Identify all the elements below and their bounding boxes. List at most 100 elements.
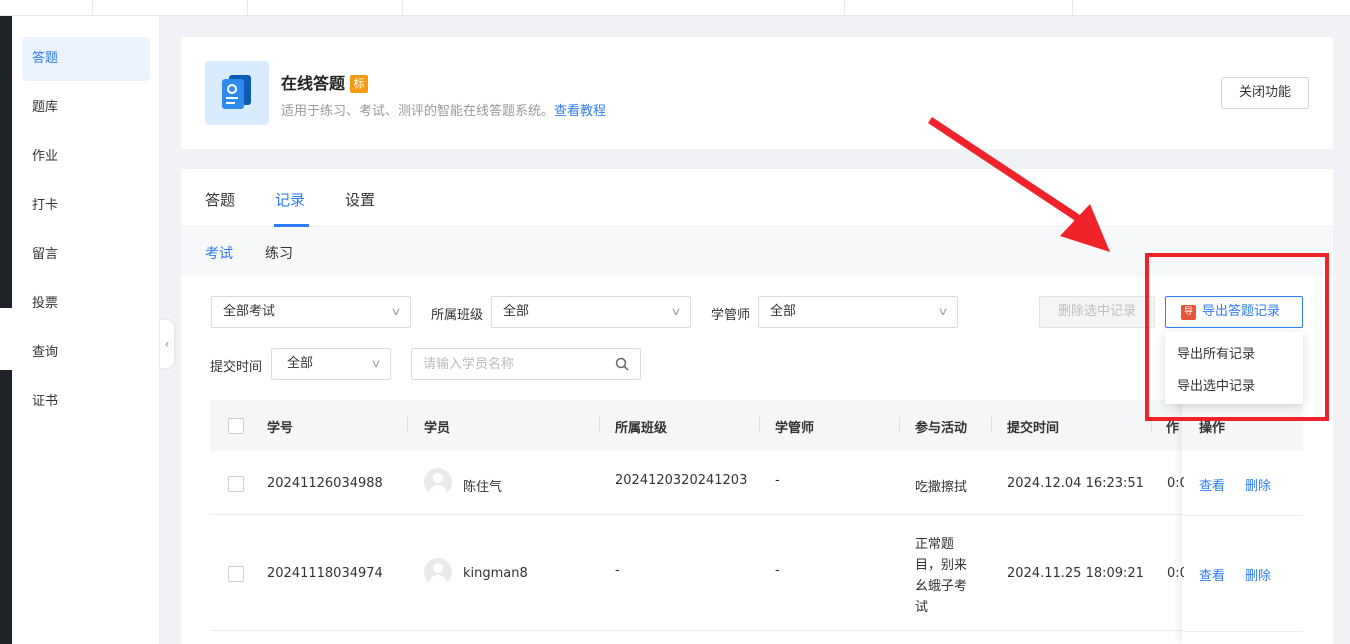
- cell-class: -: [615, 563, 620, 578]
- top-bar-divider: [247, 0, 248, 16]
- operation-column: 操作 查看 删除 查看 删除: [1184, 400, 1303, 644]
- avatar: [424, 468, 452, 496]
- app-description: 适用于练习、考试、测评的智能在线答题系统。查看教程: [281, 100, 606, 119]
- cell-student-name: kingman8: [463, 566, 528, 581]
- top-bar-divider: [844, 0, 845, 16]
- subtab-practice[interactable]: 练习: [265, 243, 293, 263]
- header-submit-time: 提交时间: [1007, 421, 1060, 436]
- exam-select[interactable]: 全部考试 ∨: [211, 296, 411, 328]
- sub-tabs: 考试 练习: [181, 228, 1333, 276]
- tab-answer[interactable]: 答题: [205, 189, 235, 210]
- header-student-id: 学号: [267, 421, 294, 436]
- cell-activity: 吃撒擦拭: [915, 480, 968, 495]
- top-bar: [0, 0, 1350, 16]
- dark-edge-notch: [0, 308, 12, 370]
- view-button[interactable]: 查看: [1199, 475, 1225, 494]
- cell-student-id: 20241126034988: [267, 476, 383, 491]
- records-table-header: 学号 学员 所属班级 学管师 参与活动 提交时间 作: [210, 400, 1303, 451]
- delete-button[interactable]: 删除: [1245, 475, 1271, 494]
- subtab-exam[interactable]: 考试: [205, 243, 233, 263]
- sidebar-item-checkin[interactable]: 打卡: [22, 184, 150, 228]
- tab-settings[interactable]: 设置: [345, 189, 375, 210]
- records-card: 答题 记录 设置 考试 练习 全部考试 ∨ 所属班级 全部 ∨ 学管师 全部 ∨ 删除…: [181, 169, 1333, 644]
- row-checkbox[interactable]: [228, 476, 244, 492]
- column-divider: [759, 417, 760, 433]
- close-feature-button[interactable]: 关闭功能: [1221, 77, 1309, 109]
- submit-time-label: 提交时间: [210, 360, 263, 375]
- sidebar-item-query[interactable]: 查询: [22, 331, 150, 375]
- export-dropdown-menu: 导出所有记录 导出选中记录: [1165, 332, 1303, 404]
- table-row: 20241126034988 陈住气 2024120320241203 - 吃撒…: [210, 451, 1303, 515]
- header-class: 所属班级: [615, 421, 668, 436]
- sidebar-item-homework[interactable]: 作业: [22, 135, 150, 179]
- main-tabs: 答题 记录 设置: [181, 169, 1333, 227]
- search-icon[interactable]: [615, 357, 629, 371]
- top-bar-divider: [1072, 0, 1073, 16]
- export-records-button[interactable]: 导 导出答题记录: [1165, 296, 1303, 328]
- quiz-app-icon: [205, 61, 269, 125]
- app-title: 在线答题标: [281, 70, 369, 94]
- app-title-text: 在线答题: [281, 74, 346, 93]
- tab-records[interactable]: 记录: [275, 189, 305, 210]
- column-divider: [899, 417, 900, 433]
- header-activity: 参与活动: [915, 421, 968, 436]
- export-icon: 导: [1181, 305, 1196, 320]
- app-description-text: 适用于练习、考试、测评的智能在线答题系统。: [281, 104, 555, 119]
- export-all-records-item[interactable]: 导出所有记录: [1177, 343, 1255, 362]
- column-divider: [1151, 417, 1152, 433]
- column-divider: [407, 417, 408, 433]
- exam-select-value: 全部考试: [223, 304, 276, 319]
- active-tab-indicator: [274, 224, 309, 227]
- cell-student-name: 陈住气: [463, 480, 503, 495]
- sidebar-item-certificate[interactable]: 证书: [22, 380, 150, 424]
- cell-manager: -: [775, 563, 780, 578]
- top-bar-divider: [92, 0, 93, 16]
- class-select-value: 全部: [503, 304, 530, 319]
- manager-select[interactable]: 全部 ∨: [758, 296, 958, 328]
- activity-line: 目，别来: [915, 558, 968, 573]
- column-divider: [599, 417, 600, 433]
- sidebar-item-message[interactable]: 留言: [22, 233, 150, 277]
- standard-badge: 标: [350, 75, 369, 93]
- activity-line: 试: [915, 600, 929, 615]
- app-header-card: 在线答题标 适用于练习、考试、测评的智能在线答题系统。查看教程 关闭功能: [181, 37, 1333, 149]
- column-divider: [991, 417, 992, 433]
- chevron-down-icon: ∨: [937, 305, 949, 318]
- activity-line: 正常题: [915, 537, 955, 552]
- manager-select-value: 全部: [770, 304, 797, 319]
- class-select[interactable]: 全部 ∨: [491, 296, 691, 328]
- export-selected-records-item[interactable]: 导出选中记录: [1177, 375, 1255, 394]
- header-student: 学员: [424, 421, 451, 436]
- left-dark-edge: [0, 16, 12, 644]
- view-button[interactable]: 查看: [1199, 565, 1225, 584]
- cell-activity: 正常题 目，别来 幺蛾子考 试: [915, 534, 967, 618]
- cell-class: 2024120320241203: [615, 473, 748, 488]
- sidebar-item-answer[interactable]: 答题: [22, 37, 150, 81]
- class-filter-label: 所属班级: [431, 308, 484, 323]
- activity-line: 幺蛾子考: [915, 579, 968, 594]
- manager-filter-label: 学管师: [711, 308, 751, 323]
- cell-submit-time: 2024.12.04 16:23:51: [1007, 476, 1144, 491]
- header-truncated: 作: [1166, 421, 1180, 436]
- sidebar-item-vote[interactable]: 投票: [22, 282, 150, 326]
- cell-submit-time: 2024.11.25 18:09:21: [1007, 566, 1144, 581]
- chevron-down-icon: ∨: [670, 305, 682, 318]
- select-all-checkbox[interactable]: [228, 418, 244, 434]
- sidebar: 答题 题库 作业 打卡 留言 投票 查询 证书: [12, 16, 160, 644]
- delete-selected-button[interactable]: 删除选中记录: [1039, 296, 1155, 328]
- header-manager: 学管师: [775, 421, 815, 436]
- tutorial-link[interactable]: 查看教程: [554, 104, 606, 119]
- top-bar-divider: [402, 0, 403, 16]
- chevron-down-icon: ∨: [390, 305, 402, 318]
- submit-time-select[interactable]: 全部 ∨: [271, 348, 391, 380]
- cell-manager: -: [775, 473, 780, 488]
- delete-button[interactable]: 删除: [1245, 565, 1271, 584]
- table-row: 20241118034974 kingman8 - - 正常题 目，别来 幺蛾子…: [210, 515, 1303, 631]
- chevron-down-icon: ∨: [370, 357, 382, 370]
- row-checkbox[interactable]: [228, 566, 244, 582]
- sidebar-collapse-handle[interactable]: ‹: [160, 320, 174, 368]
- student-search-input[interactable]: [411, 348, 641, 380]
- avatar: [424, 558, 452, 586]
- sidebar-item-question-bank[interactable]: 题库: [22, 86, 150, 130]
- cell-student-id: 20241118034974: [267, 566, 383, 581]
